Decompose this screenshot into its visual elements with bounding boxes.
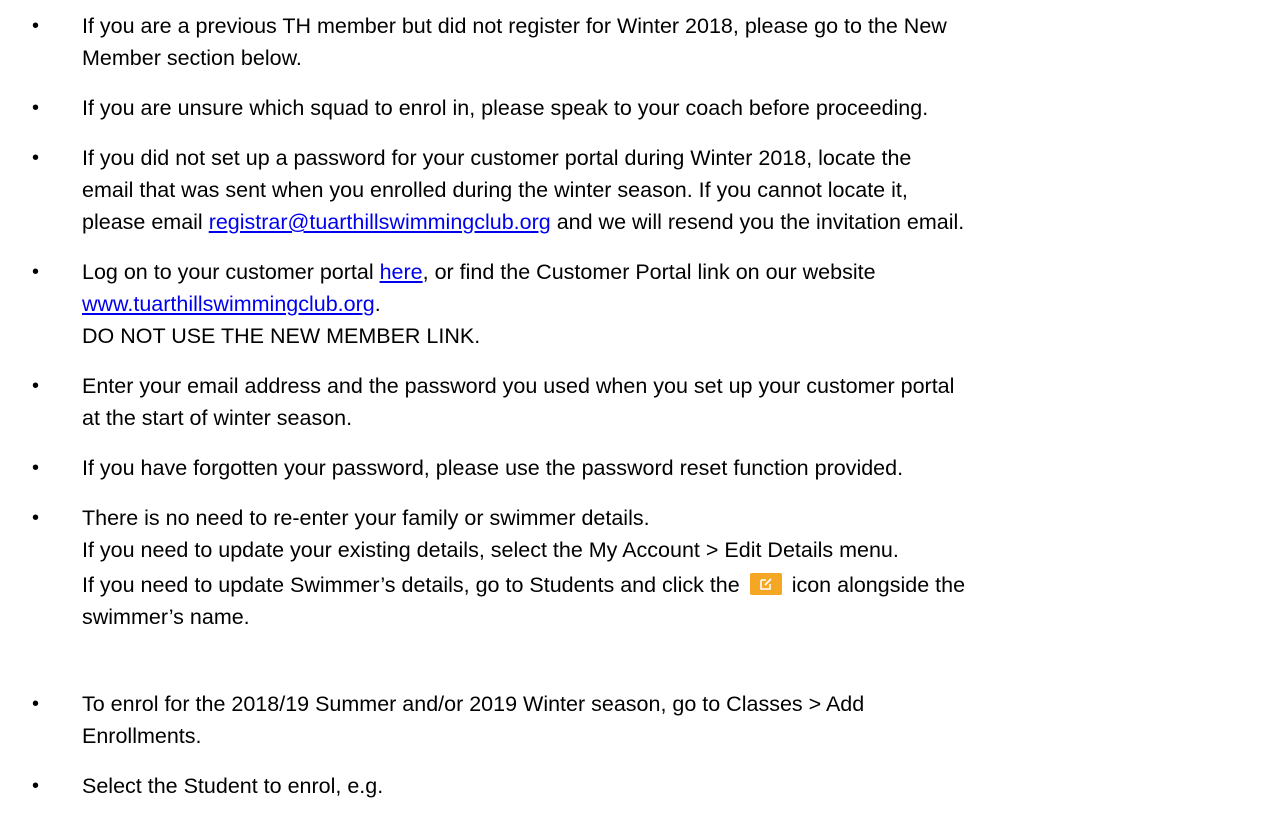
website-link[interactable]: www.tuarthillswimmingclub.org	[82, 292, 375, 316]
list-item: • To enrol for the 2018/19 Summer and/or…	[32, 688, 1252, 752]
list-item: • Enter your email address and the passw…	[32, 370, 1252, 434]
item-text: If you are unsure which squad to enrol i…	[82, 96, 929, 120]
item-text: Enter your email address and the passwor…	[82, 374, 955, 398]
bullet: •	[32, 97, 40, 119]
bullet: •	[32, 375, 40, 397]
item-text: If you have forgotten your password, ple…	[82, 456, 904, 480]
list-item: • If you have forgotten your password, p…	[32, 452, 1252, 484]
item-text: If you need to update Swimmer’s details,…	[82, 573, 740, 597]
item-text-line: www.tuarthillswimmingclub.org.	[82, 288, 1252, 320]
item-text: icon alongside the	[791, 573, 966, 597]
item-text: If you did not set up a password for you…	[82, 146, 912, 170]
bullet: •	[32, 693, 40, 715]
list-item: • If you are a previous TH member but di…	[32, 10, 1252, 74]
item-text: To enrol for the 2018/19 Summer and/or 2…	[82, 692, 865, 716]
item-text: please email	[82, 210, 209, 234]
item-text: at the start of winter season.	[82, 406, 353, 430]
item-text-line: If you need to update Swimmer’s details,…	[82, 569, 1252, 601]
new-member-warning: DO NOT USE THE NEW MEMBER LINK.	[82, 324, 481, 348]
bullet: •	[32, 775, 40, 797]
item-text: email that was sent when you enrolled du…	[82, 178, 908, 202]
list-item: • Select the Student to enrol, e.g.	[32, 770, 1252, 802]
item-text: .	[374, 292, 381, 316]
bullet: •	[32, 15, 40, 37]
bullet: •	[32, 507, 40, 529]
item-text: There is no need to re-enter your family…	[82, 506, 650, 530]
item-text: Log on to your customer portal	[82, 260, 380, 284]
item-text-line: please email registrar@tuarthillswimming…	[82, 206, 1252, 238]
list-item: • There is no need to re-enter your fami…	[32, 502, 1252, 633]
item-text: If you are a previous TH member but did …	[82, 14, 947, 38]
list-item: • If you did not set up a password for y…	[32, 142, 1252, 238]
bullet: •	[32, 147, 40, 169]
list-item: • Log on to your customer portal here, o…	[32, 256, 1252, 352]
item-text: Select the Student to enrol, e.g.	[82, 774, 384, 798]
item-text: Enrollments.	[82, 724, 202, 748]
edit-icon	[749, 573, 782, 595]
item-text: If you need to update your existing deta…	[82, 538, 899, 562]
item-text: , or find the Customer Portal link on ou…	[422, 260, 876, 284]
list-item: • If you are unsure which squad to enrol…	[32, 92, 1252, 124]
document-page: • If you are a previous TH member but di…	[0, 0, 1261, 823]
registrar-email-link[interactable]: registrar@tuarthillswimmingclub.org	[209, 210, 551, 234]
item-text: swimmer’s name.	[82, 605, 250, 629]
item-text-line: Log on to your customer portal here, or …	[82, 256, 1252, 288]
item-text: and we will resend you the invitation em…	[550, 210, 965, 234]
customer-portal-here-link[interactable]: here	[380, 260, 423, 284]
item-text: Member section below.	[82, 46, 302, 70]
bullet: •	[32, 457, 40, 479]
bullet: •	[32, 261, 40, 283]
